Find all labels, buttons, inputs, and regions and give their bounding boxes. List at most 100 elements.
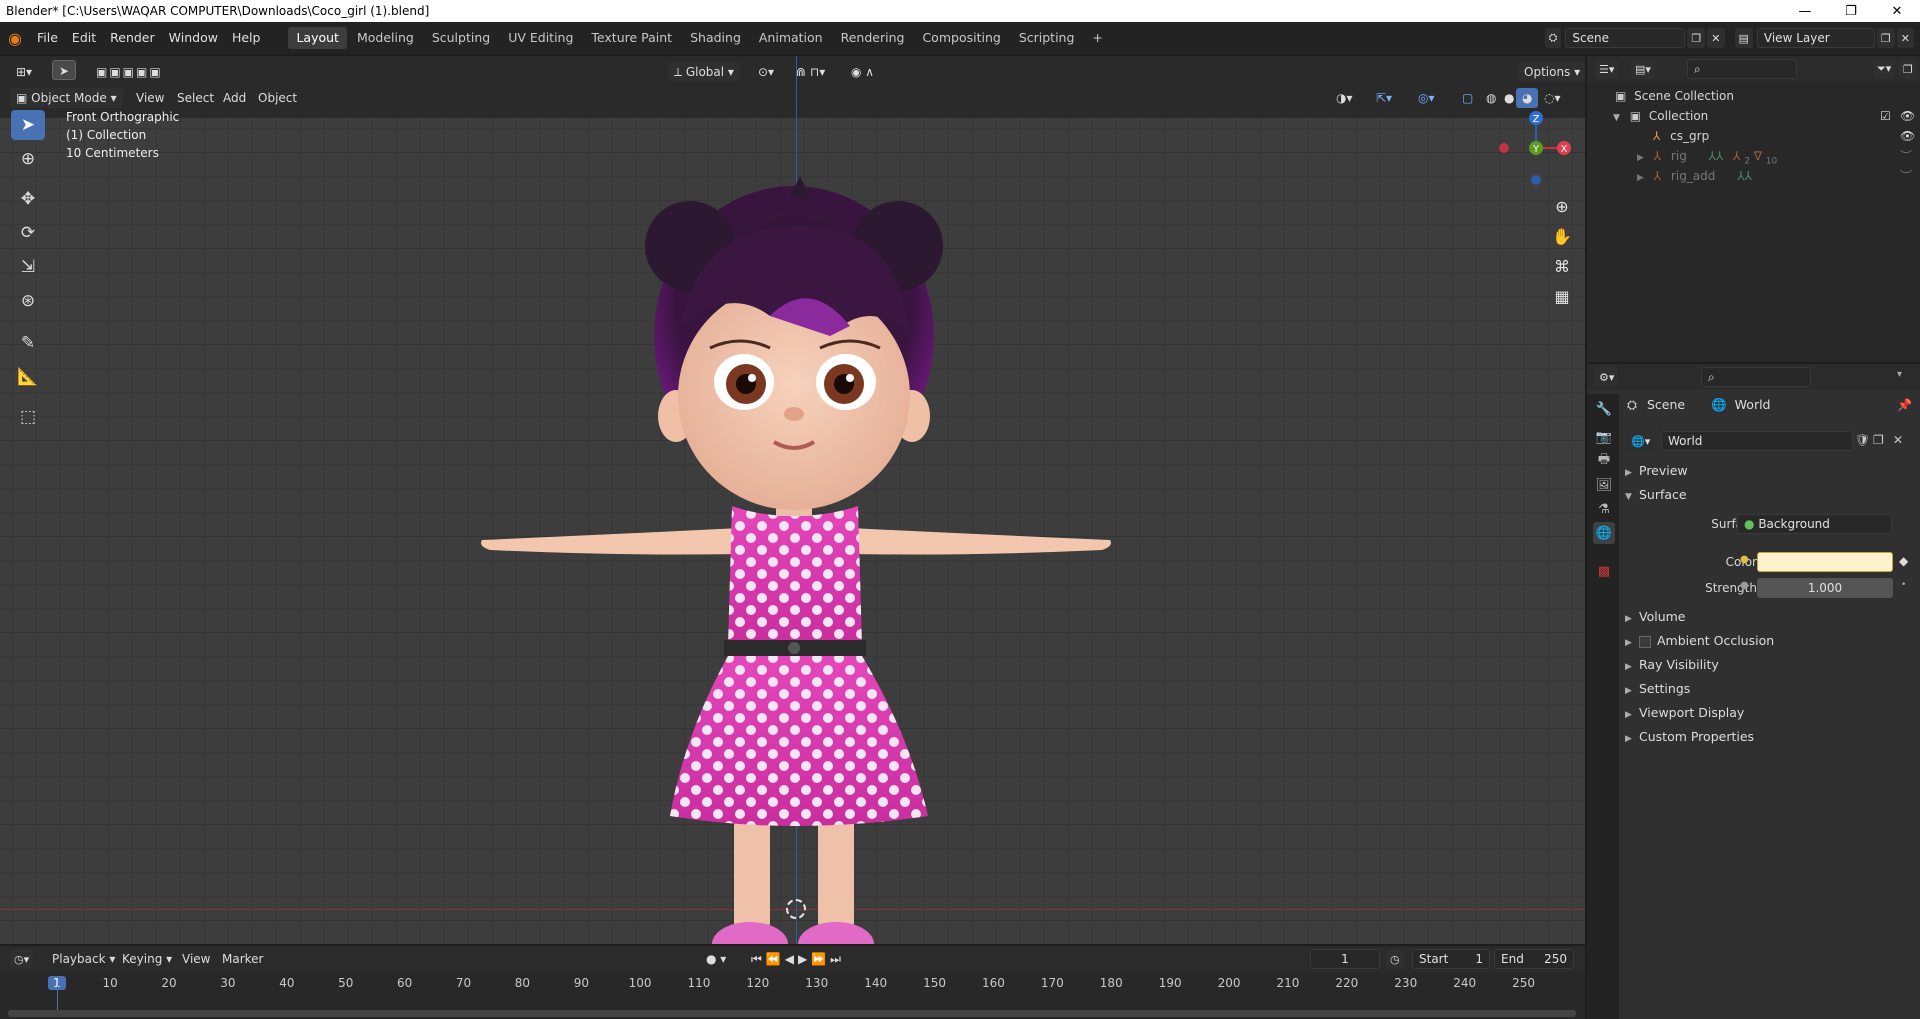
outliner-search-input[interactable]: ⌕	[1687, 59, 1797, 79]
zoom-icon[interactable]: ⊕	[1548, 192, 1576, 220]
delete-view-layer-icon[interactable]: ✕	[1896, 28, 1914, 48]
menu-file[interactable]: File	[30, 22, 65, 54]
duplicate-world-icon[interactable]: ❐	[1873, 433, 1884, 447]
tab-uv-editing[interactable]: UV Editing	[500, 27, 581, 49]
panel-preview[interactable]: ▶ Preview	[1625, 460, 1688, 482]
outliner-row-rig[interactable]: ▶ ⅄ rig ⅄⅄ ⅄ 2 ∇ 10 ︶	[1587, 146, 1920, 166]
menu-render[interactable]: Render	[103, 22, 162, 54]
hidden-eye-icon[interactable]: ︶	[1900, 166, 1912, 186]
outliner-row-scene-collection[interactable]: ▣ Scene Collection	[1587, 86, 1920, 106]
grid-perspective-icon[interactable]: ▦	[1548, 282, 1576, 310]
visibility-icon[interactable]: ◑▾	[1330, 88, 1359, 108]
new-view-layer-icon[interactable]: ❐	[1876, 28, 1895, 48]
world-name-field[interactable]: World	[1661, 431, 1853, 451]
measure-tool-icon[interactable]: 📐	[11, 362, 45, 392]
blender-logo-icon[interactable]: ◉	[0, 22, 30, 54]
tab-texture-paint[interactable]: Texture Paint	[583, 27, 680, 49]
color-socket-icon[interactable]: ●	[1740, 554, 1749, 565]
unlink-world-icon[interactable]: ✕	[1893, 433, 1903, 447]
timeline-menu-playback[interactable]: Playback ▾	[46, 949, 121, 969]
timeline-menu-view[interactable]: View	[176, 949, 216, 969]
collapse-arrow-icon[interactable]: ▼	[1613, 113, 1620, 123]
tab-rendering[interactable]: Rendering	[833, 27, 913, 49]
properties-editor-type-icon[interactable]: ⚙▾	[1595, 367, 1619, 387]
timeline-scrollbar[interactable]	[8, 1010, 1576, 1017]
transform-orientation-select[interactable]: ⟂ Global ▾	[668, 62, 740, 82]
navigation-gizmo[interactable]: Z Y X	[1490, 106, 1574, 190]
panel-ambient-occlusion[interactable]: ▶ Ambient Occlusion	[1625, 630, 1774, 652]
pan-hand-icon[interactable]: ✋	[1548, 222, 1576, 250]
3d-viewport[interactable]: ⊞▾ ➤ ▣▣▣▣▣ ⟂ Global ▾ ⊙▾ ⋒ ⊓▾ ◉ ∧ Option…	[0, 56, 1585, 944]
panel-ray-visibility[interactable]: ▶ Ray Visibility	[1625, 654, 1719, 676]
shading-rendered-icon[interactable]: ◌▾	[1538, 88, 1567, 108]
gizmo-toggle-icon[interactable]: ⇱▾	[1370, 88, 1398, 108]
view-layer-icon[interactable]: ▤	[1734, 28, 1753, 48]
keyframe-icon[interactable]: ◆	[1899, 554, 1908, 568]
annotate-tool-icon[interactable]: ✎	[11, 328, 45, 358]
expand-arrow-icon[interactable]: ▶	[1637, 173, 1644, 183]
add-workspace-button[interactable]: +	[1084, 27, 1110, 49]
ao-checkbox[interactable]	[1639, 635, 1651, 648]
tab-shading[interactable]: Shading	[682, 27, 749, 49]
outliner-row-cs-grp[interactable]: ⅄ cs_grp 👁	[1587, 126, 1920, 146]
filter-icon[interactable]: ⏷▾	[1873, 59, 1896, 79]
selection-mode-icons[interactable]: ▣▣▣▣▣	[90, 62, 169, 82]
menu-edit[interactable]: Edit	[65, 22, 103, 54]
panel-settings[interactable]: ▶ Settings	[1625, 678, 1690, 700]
current-frame-field[interactable]: 1	[1310, 949, 1380, 969]
tab-compositing[interactable]: Compositing	[914, 27, 1008, 49]
viewport-menu-object[interactable]: Object	[252, 88, 303, 108]
viewport-menu-view[interactable]: View	[130, 88, 170, 108]
new-collection-icon[interactable]: ❐	[1899, 59, 1917, 79]
add-cube-tool-icon[interactable]: ⬚	[11, 402, 45, 432]
end-frame-field[interactable]: End 250	[1494, 949, 1574, 969]
strength-field[interactable]: 1.000	[1757, 578, 1893, 598]
scene-selector-icon[interactable]: ⛭	[1544, 28, 1562, 48]
start-frame-field[interactable]: Start 1	[1412, 949, 1490, 969]
editor-type-icon[interactable]: ⊞▾	[10, 62, 38, 82]
tab-scripting[interactable]: Scripting	[1011, 27, 1083, 49]
scale-tool-icon[interactable]: ⇲	[11, 252, 45, 282]
output-tab-icon[interactable]: 🖶	[1593, 450, 1615, 472]
minimize-button[interactable]: —	[1782, 4, 1828, 19]
panel-surface[interactable]: ▼ Surface	[1625, 484, 1687, 506]
maximize-button[interactable]: ❐	[1828, 4, 1874, 19]
view-layer-tab-icon[interactable]: 🖼	[1593, 474, 1615, 496]
panel-custom-properties[interactable]: ▶ Custom Properties	[1625, 726, 1754, 748]
scene-name-field[interactable]: Scene	[1565, 28, 1686, 48]
tab-modeling[interactable]: Modeling	[349, 27, 422, 49]
transform-tool-icon[interactable]: ⊛	[11, 286, 45, 316]
select-box-icon[interactable]: ➤	[52, 60, 77, 80]
shading-material-icon[interactable]: ◕	[1516, 88, 1539, 108]
pin-icon[interactable]: 📌	[1897, 398, 1912, 412]
expand-arrow-icon[interactable]: ▶	[1637, 153, 1644, 163]
panel-volume[interactable]: ▶ Volume	[1625, 606, 1686, 628]
xray-icon[interactable]: ▢	[1456, 88, 1479, 108]
strength-socket-icon[interactable]: ●	[1740, 580, 1749, 591]
properties-search-input[interactable]: ⌕	[1701, 367, 1811, 387]
close-window-button[interactable]: ✕	[1874, 4, 1920, 19]
menu-help[interactable]: Help	[225, 22, 268, 54]
eye-icon[interactable]: 👁	[1900, 126, 1915, 146]
pivot-point-icon[interactable]: ⊙▾	[752, 62, 780, 82]
timeline-menu-keying[interactable]: Keying ▾	[116, 949, 178, 969]
tool-tab-icon[interactable]: 🔧	[1593, 398, 1615, 420]
panel-viewport-display[interactable]: ▶ Viewport Display	[1625, 702, 1744, 724]
world-tab-icon[interactable]: 🌐	[1593, 522, 1615, 544]
render-tab-icon[interactable]: 📷	[1593, 426, 1615, 448]
view-layer-field[interactable]: View Layer	[1756, 28, 1875, 48]
surface-shader-field[interactable]: ● Background	[1737, 514, 1892, 534]
overlays-icon[interactable]: ◎▾	[1412, 88, 1441, 108]
outliner-editor-type-icon[interactable]: ☰▾	[1595, 59, 1619, 79]
delete-scene-icon[interactable]: ✕	[1707, 28, 1725, 48]
menu-window[interactable]: Window	[162, 22, 225, 54]
mode-select[interactable]: ▣ Object Mode ▾	[10, 88, 123, 108]
character-model[interactable]	[470, 136, 1120, 944]
outliner-row-rig-add[interactable]: ▶ ⅄ rig_add ⅄⅄ ︶	[1587, 166, 1920, 186]
texture-tab-icon[interactable]: ▩	[1593, 560, 1615, 582]
camera-view-icon[interactable]: ⌘	[1548, 252, 1576, 280]
new-scene-icon[interactable]: ❐	[1687, 28, 1706, 48]
world-browse-icon[interactable]: 🌐▾	[1627, 431, 1655, 451]
proportional-editing-icon[interactable]: ◉ ∧	[845, 62, 880, 82]
scene-tab-icon[interactable]: ⚗	[1593, 498, 1615, 520]
